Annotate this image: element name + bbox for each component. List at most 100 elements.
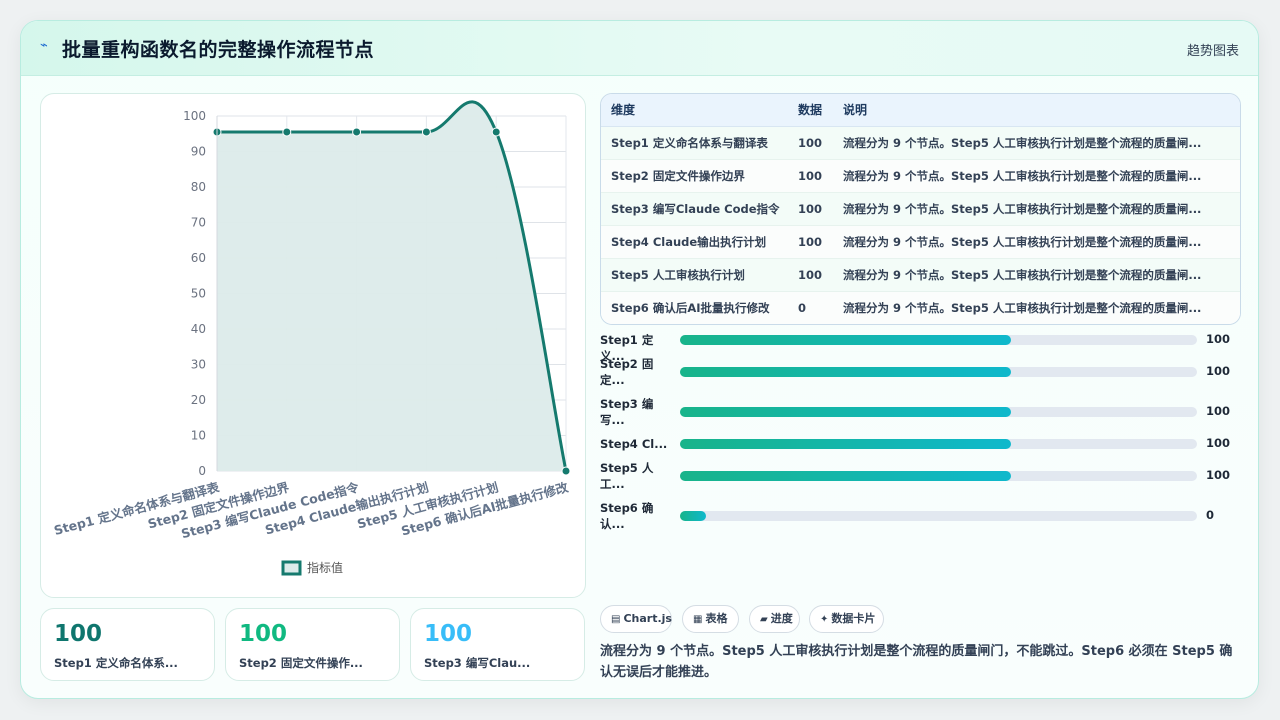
y-tick-label: 20: [191, 393, 206, 407]
column-header-data: 数据: [788, 94, 833, 127]
chip-label: 表格: [705, 612, 728, 625]
cell-dimension: Step6 确认后AI批量执行修改: [601, 291, 788, 324]
progress-label-line: Step2 固: [600, 357, 654, 371]
progress-label-line: 认...: [600, 517, 625, 531]
trend-chart-panel: 0 10 20 30 40 50 60 70 80 90 100 Step1 定义命名体系与翻译表 St…: [40, 93, 586, 598]
progress-value: 100: [1206, 332, 1231, 346]
data-point: [421, 127, 431, 137]
cell-data: 100: [788, 192, 833, 226]
view-type-label: 趋势图表: [1186, 44, 1239, 59]
progress-label-line: 写...: [600, 413, 625, 427]
progress-label: Step6 确认...: [600, 500, 672, 532]
progress-fill: [680, 335, 1011, 345]
progress-label: Step4 Cl...: [600, 436, 672, 452]
progress-track: [680, 407, 1197, 417]
cell-data: 100: [788, 258, 833, 292]
data-table: 维度 数据 说明 Step1 定义命名体系与翻译表 100 流程分为 9 个节点。S…: [600, 93, 1241, 325]
stat-value: 100: [54, 621, 103, 647]
legend-swatch: [281, 560, 302, 576]
table-header-row: 维度 数据 说明: [601, 94, 1240, 127]
stat-value: 100: [239, 621, 288, 647]
y-tick-label: 40: [191, 322, 206, 336]
stat-label: Step2 固定文件操作...: [239, 656, 363, 670]
cell-description: 流程分为 9 个节点。Step5 人工审核执行计划是整个流程的质量闸...: [833, 291, 1240, 324]
y-tick-label: 60: [191, 251, 206, 265]
series-area: [217, 101, 566, 471]
y-tick-label: 10: [191, 429, 206, 443]
y-tick-label: 30: [191, 358, 206, 372]
progress-track: [680, 439, 1197, 449]
progress-label-line: Step6 确: [600, 501, 654, 515]
data-point: [561, 466, 571, 476]
progress-label-line: Step4 Cl...: [600, 437, 668, 451]
y-tick-label: 0: [198, 464, 206, 478]
column-header-dimension: 维度: [601, 94, 788, 127]
table-icon: ▦: [693, 614, 703, 625]
progress-label-line: Step3 编: [600, 397, 654, 411]
y-tick-label: 100: [183, 109, 206, 123]
dashboard-card: ⌁ 批量重构函数名的完整操作流程节点 趋势图表 0 10 20 30 40 50 60 70 8…: [20, 20, 1259, 699]
sparkle-icon: ✦: [820, 614, 829, 625]
progress-fill: [680, 439, 1011, 449]
data-point: [352, 127, 362, 137]
column-header-description: 说明: [833, 94, 1240, 127]
progress-label-line: 工...: [600, 477, 625, 491]
progress-label: Step5 人工...: [600, 460, 672, 492]
page-title: 批量重构函数名的完整操作流程节点: [62, 39, 375, 61]
y-tick-label: 90: [191, 145, 206, 159]
legend-label: 指标值: [307, 560, 343, 575]
progress-value: 100: [1206, 436, 1231, 450]
progress-label-line: 定...: [600, 373, 625, 387]
stat-card: 100 Step2 固定文件操作...: [225, 608, 400, 681]
cell-description: 流程分为 9 个节点。Step5 人工审核执行计划是整个流程的质量闸...: [833, 258, 1240, 292]
table-row: Step2 固定文件操作边界 100 流程分为 9 个节点。Step5 人工审核执行…: [601, 159, 1240, 193]
y-tick-label: 80: [191, 180, 206, 194]
progress-fill: [680, 407, 1011, 417]
progress-value: 100: [1206, 404, 1231, 418]
stat-card: 100 Step3 编写Clau...: [410, 608, 585, 681]
progress-track: [680, 471, 1197, 481]
progress-label: Step3 编写...: [600, 396, 672, 428]
summary-text: 流程分为 9 个节点。Step5 人工审核执行计划是整个流程的质量闸门，不能跳过…: [600, 644, 1233, 680]
progress-value: 100: [1206, 468, 1231, 482]
chip-chart[interactable]: ▤ Chart.js: [600, 605, 672, 633]
lightning-icon: ⌁: [40, 38, 48, 53]
stat-label: Step1 定义命名体系...: [54, 656, 178, 670]
chip-progress[interactable]: ▰ 进度: [749, 605, 800, 633]
chip-label: Chart.js: [623, 612, 672, 625]
y-tick-label: 50: [191, 287, 206, 301]
cell-data: 0: [788, 291, 833, 324]
trend-chart: 0102030405060708090100Step1 定义命名体系与翻译表St…: [52, 100, 571, 576]
progress-fill: [680, 471, 1011, 481]
progress-track: [680, 511, 1197, 521]
cell-data: 100: [788, 159, 833, 193]
progress-value: 0: [1206, 508, 1215, 522]
y-tick-label: 70: [191, 216, 206, 230]
progress-label: Step2 固定...: [600, 356, 672, 388]
chip-table[interactable]: ▦ 表格: [682, 605, 739, 633]
cell-data: 100: [788, 126, 833, 160]
progress-track: [680, 367, 1197, 377]
cell-dimension: Step3 编写Claude Code指令: [601, 192, 788, 226]
table-row: Step6 确认后AI批量执行修改 0 流程分为 9 个节点。Step5 人工审核执…: [601, 291, 1240, 324]
stat-value: 100: [424, 621, 473, 647]
progress-value: 100: [1206, 364, 1231, 378]
chip-sparkle[interactable]: ✦ 数据卡片: [809, 605, 884, 633]
chart-icon: ▤: [611, 614, 621, 625]
table-row: Step3 编写Claude Code指令 100 流程分为 9 个节点。Step5…: [601, 192, 1240, 226]
cell-description: 流程分为 9 个节点。Step5 人工审核执行计划是整个流程的质量闸...: [833, 192, 1240, 226]
cell-dimension: Step5 人工审核执行计划: [601, 258, 788, 292]
progress-track: [680, 335, 1197, 345]
cell-description: 流程分为 9 个节点。Step5 人工审核执行计划是整个流程的质量闸...: [833, 225, 1240, 259]
table-row: Step1 定义命名体系与翻译表 100 流程分为 9 个节点。Step5 人工审核…: [601, 126, 1240, 160]
data-point: [491, 127, 501, 137]
cell-dimension: Step4 Claude输出执行计划: [601, 225, 788, 259]
table-row: Step4 Claude输出执行计划 100 流程分为 9 个节点。Step5 人工…: [601, 225, 1240, 259]
progress-fill: [680, 367, 1011, 377]
progress-fill: [680, 511, 706, 521]
table-row: Step5 人工审核执行计划 100 流程分为 9 个节点。Step5 人工审核执行…: [601, 258, 1240, 292]
cell-description: 流程分为 9 个节点。Step5 人工审核执行计划是整个流程的质量闸...: [833, 126, 1240, 160]
cell-description: 流程分为 9 个节点。Step5 人工审核执行计划是整个流程的质量闸...: [833, 159, 1240, 193]
stat-card: 100 Step1 定义命名体系...: [40, 608, 215, 681]
cell-data: 100: [788, 225, 833, 259]
